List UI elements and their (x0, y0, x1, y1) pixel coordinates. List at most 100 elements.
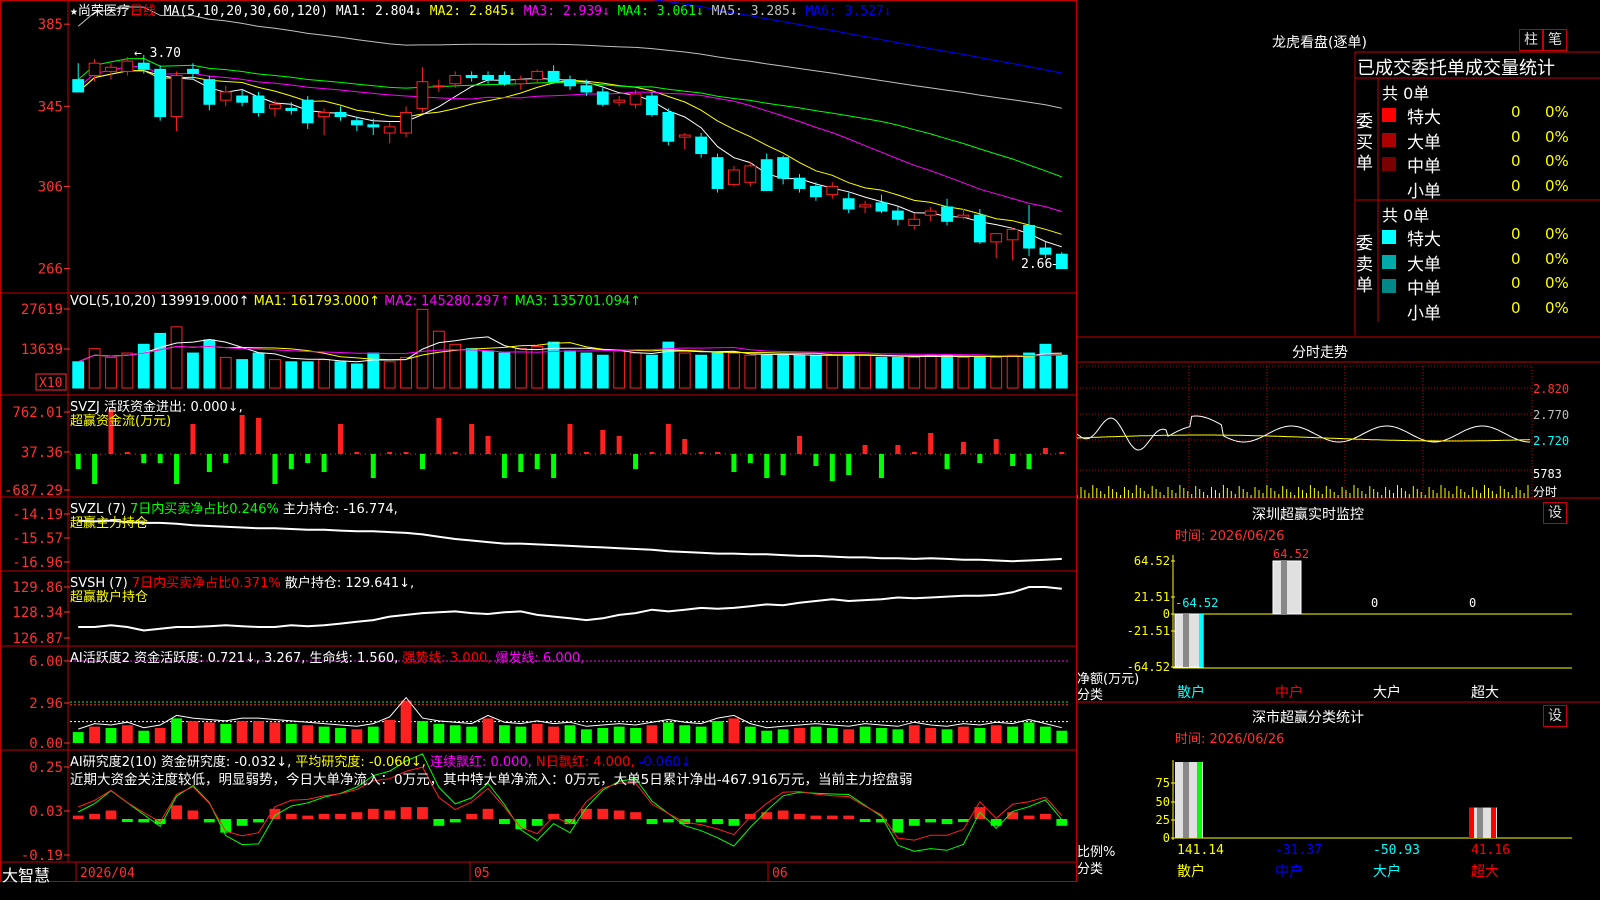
ai-active-bar (728, 718, 740, 743)
volume-bar (350, 363, 363, 389)
svzj-bar (354, 452, 360, 454)
monitor-category-label: 超大 (1471, 685, 1499, 701)
intraday-tick-2: 2.770 (1533, 408, 1570, 422)
ai-active-bar (662, 722, 674, 743)
ai-research-bar (1040, 813, 1051, 819)
ai-active-bar (269, 722, 281, 743)
candle-body (711, 157, 724, 189)
ai-active-bar (154, 727, 166, 743)
order-swatch (1382, 108, 1396, 122)
candle (547, 65, 560, 84)
volume-bar (564, 350, 576, 389)
svzj-bar (124, 452, 130, 454)
order-row-pct: 0% (1545, 298, 1569, 317)
svzl-tick-label: -15.57 (12, 531, 63, 547)
intraday-title[interactable]: 分时走势 (1292, 342, 1348, 362)
monitor-xlabel: 分类 (1077, 688, 1104, 703)
main-chart[interactable]: 385345306266← 3.702.66→2761913639X10762.… (0, 0, 1077, 882)
monitor-title: 深圳超赢实时监控 (1252, 507, 1364, 523)
candle (777, 155, 790, 185)
pen-mode-button[interactable]: 笔 (1543, 29, 1567, 51)
ai-research-bar (253, 819, 264, 823)
candle-body (1039, 247, 1052, 255)
bar-mode-button[interactable]: 柱 (1519, 29, 1543, 51)
candle (1023, 204, 1035, 257)
svzj-bar (813, 454, 819, 466)
candle (350, 116, 363, 131)
ai-active-bar (564, 725, 576, 743)
ai-active-bar (482, 718, 494, 743)
order-row-name: 大单 (1407, 132, 1441, 153)
ai-active-bar (908, 725, 920, 743)
candle (941, 198, 953, 226)
ma-values: MA1: 2.804↓ MA2: 2.845↓ MA3: 2.939↓ MA4:… (336, 4, 892, 19)
monitor-settings-button[interactable]: 设 (1543, 502, 1567, 524)
volume-bar (236, 359, 249, 389)
volume-bar (219, 356, 232, 389)
candle-body (432, 85, 445, 88)
classify-tick-label: 75 (1156, 776, 1170, 790)
volume-bar (1039, 343, 1052, 389)
order-row-count: 0 (1511, 274, 1521, 292)
candle-body (1055, 253, 1068, 270)
classify-category-label: 中户 (1275, 863, 1303, 880)
volume-bar (432, 330, 445, 389)
price-tick-label: 306 (38, 179, 63, 195)
ai-research-bar (958, 819, 969, 822)
svzj-bar (665, 424, 671, 454)
classify-settings-button[interactable]: 设 (1543, 705, 1567, 727)
ai-research-bar (826, 815, 838, 819)
ai-active-tick-label: 0.00 (29, 736, 63, 752)
ai-active-bar (89, 726, 100, 743)
svsh-value: 散户持仓: 129.641↓, (284, 576, 415, 591)
candle-body (596, 91, 609, 105)
candle-body (547, 70, 560, 83)
candle-body (580, 85, 593, 93)
candle-body (1006, 229, 1019, 241)
price-header: ★尚荣医疗日线 MA(5,10,20,30,60,120) MA1: 2.804… (70, 0, 892, 19)
ai-active-title[interactable]: AI活跃度2 (70, 651, 134, 666)
classify-category-label: 散户 (1177, 863, 1205, 880)
ai-active-bar (433, 723, 445, 743)
svzj-bar (272, 454, 278, 484)
svsh-tick-label: 129.86 (12, 580, 63, 596)
volume-bar (367, 352, 380, 389)
monitor-tick-label: -21.51 (1127, 624, 1170, 638)
svzj-bar (141, 454, 147, 463)
classify-value-label: -31.37 (1275, 843, 1322, 858)
svzj-bar (895, 445, 901, 454)
volume-bar (334, 361, 347, 389)
order-swatch (1382, 132, 1396, 147)
volume-bar (285, 361, 298, 389)
candle (596, 87, 609, 107)
svzj-bar (1059, 452, 1065, 454)
period-label[interactable]: 日线 (130, 4, 156, 19)
buy-label-1: 委 (1356, 112, 1373, 132)
volume-bar (875, 356, 888, 389)
classify-tick-label: 0 (1163, 831, 1170, 845)
ai-active-bar (253, 721, 264, 743)
ai-active-bar (925, 727, 937, 743)
volume-bar (924, 354, 937, 389)
stock-name[interactable]: 尚荣医疗 (78, 4, 130, 19)
ai-research-bar (236, 819, 248, 826)
volume-bar (957, 356, 970, 389)
ai-research-bar (613, 810, 625, 819)
classify-title: 深市超赢分类统计 (1252, 710, 1364, 726)
svzj-bar (387, 452, 393, 454)
volume-bar (695, 354, 708, 389)
ai-active-bar (466, 726, 478, 743)
ai-active-bar (712, 721, 723, 743)
vol-title[interactable]: VOL(5,10,20) (70, 294, 160, 309)
volume-bar (252, 352, 265, 389)
candle-body (941, 206, 953, 222)
volume-bar (88, 348, 101, 389)
intraday-price-line (1077, 415, 1530, 451)
ai-active-bar (105, 727, 117, 743)
volume-bar (301, 361, 314, 389)
candle (252, 91, 265, 117)
candle (465, 71, 478, 82)
ai-active-bar (138, 730, 150, 743)
ai-active-bar (695, 726, 707, 743)
classify-value-label: -50.93 (1373, 843, 1420, 858)
